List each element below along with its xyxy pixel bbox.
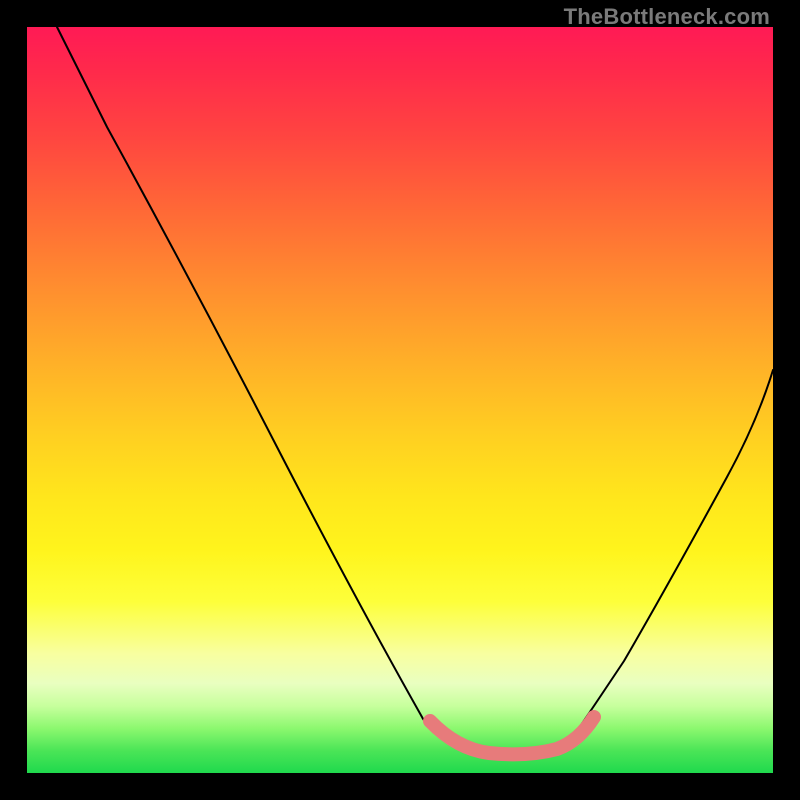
bottleneck-curve-left (57, 27, 437, 728)
plot-area (27, 27, 773, 773)
optimal-highlight (430, 717, 594, 754)
chart-stage: TheBottleneck.com (0, 0, 800, 800)
watermark-text: TheBottleneck.com (564, 4, 770, 30)
bottleneck-curve-right (579, 370, 773, 728)
curve-layer (27, 27, 773, 773)
